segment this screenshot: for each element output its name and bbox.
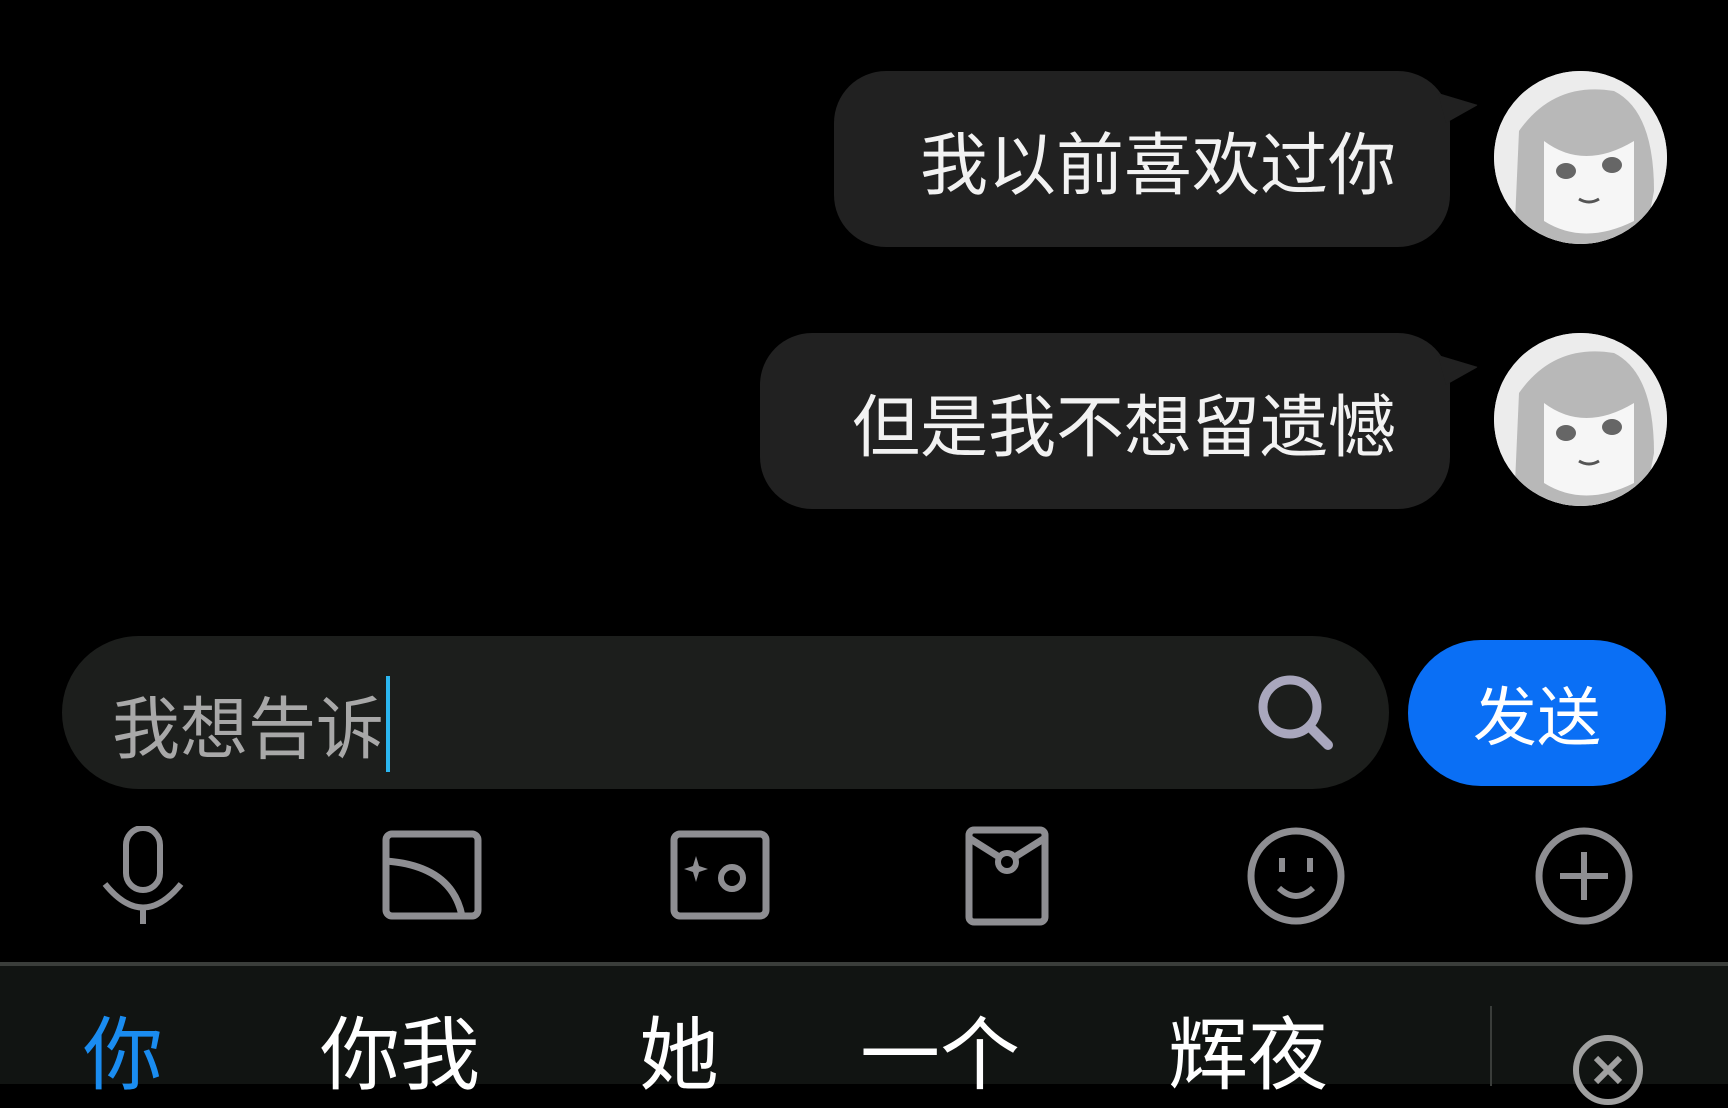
image-icon[interactable] (382, 826, 482, 926)
message-text: 我以前喜欢过你 (919, 126, 1396, 206)
candidate[interactable]: 辉夜 (1168, 1016, 1328, 1096)
avatar-image (1494, 71, 1667, 244)
message-text: 但是我不想留遗憾 (851, 388, 1396, 468)
close-icon[interactable] (1570, 1032, 1646, 1108)
divider (1490, 1006, 1492, 1086)
avatar[interactable] (1494, 333, 1667, 506)
send-button[interactable]: 发送 (1408, 640, 1666, 786)
text-caret (386, 675, 391, 772)
message-bubble[interactable]: 我以前喜欢过你 (834, 71, 1450, 247)
candidate-selected[interactable]: 你 (83, 1016, 163, 1096)
message-input-value: 我想告诉 (112, 674, 391, 773)
plus-icon[interactable] (1534, 826, 1634, 926)
ime-candidate-bar: 你 你我 她 一个 辉夜 (0, 962, 1728, 1105)
candidate[interactable]: 一个 (860, 1016, 1020, 1096)
message-bubble[interactable]: 但是我不想留遗憾 (760, 333, 1450, 509)
emoji-icon[interactable] (1246, 826, 1346, 926)
send-label: 发送 (1473, 682, 1601, 756)
search-icon[interactable] (1252, 669, 1342, 759)
message-input[interactable]: 我想告诉 (62, 636, 1389, 789)
camera-icon[interactable] (670, 826, 770, 926)
candidate[interactable]: 她 (639, 1016, 719, 1096)
microphone-icon[interactable] (93, 826, 193, 926)
avatar-image (1494, 333, 1667, 506)
red-packet-icon[interactable] (957, 826, 1057, 926)
avatar[interactable] (1494, 71, 1667, 244)
input-text: 我想告诉 (112, 691, 385, 770)
candidate[interactable]: 你我 (320, 1016, 480, 1096)
